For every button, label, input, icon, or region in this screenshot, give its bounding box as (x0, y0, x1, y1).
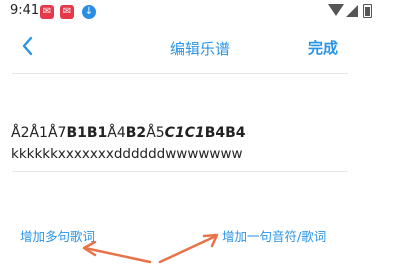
arrow-right-icon (158, 234, 218, 264)
annotation-arrows (82, 233, 219, 264)
